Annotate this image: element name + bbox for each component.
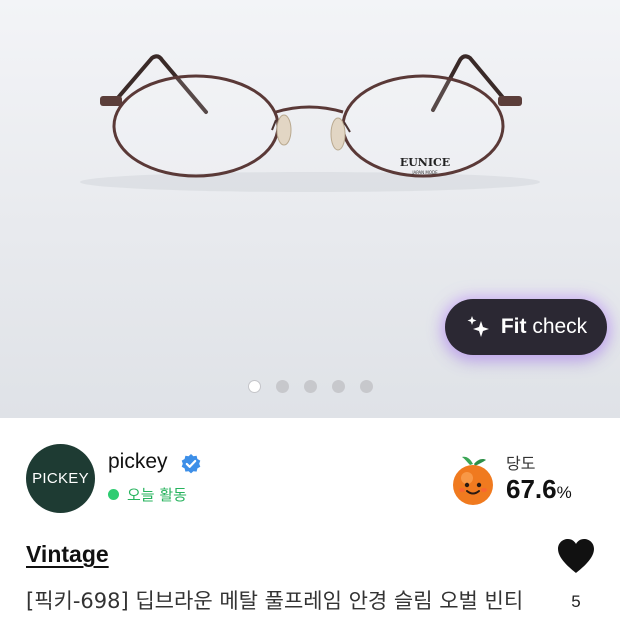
activity-status: 오늘 활동 bbox=[108, 484, 187, 505]
like-count: 5 bbox=[571, 592, 581, 611]
verified-badge-icon bbox=[181, 454, 201, 474]
heart-icon bbox=[558, 539, 594, 573]
frame-sub-text: JAPAN MODE bbox=[411, 170, 438, 175]
product-title: [픽키-698] 딥브라운 메탈 풀프레임 안경 슬림 오벌 빈티지 bbox=[26, 589, 524, 613]
carousel-dot-1[interactable] bbox=[247, 380, 261, 393]
avatar-text: PICKEY bbox=[32, 470, 89, 487]
sweetness-number: 67.6 bbox=[506, 474, 557, 504]
carousel-dot-2[interactable] bbox=[275, 380, 289, 393]
sweetness-label: 당도 bbox=[506, 454, 536, 473]
fit-check-bold: Fit bbox=[500, 315, 527, 338]
carousel-dot-5[interactable] bbox=[359, 380, 373, 393]
activity-text: 오늘 활동 bbox=[127, 486, 187, 504]
peach-icon bbox=[453, 456, 493, 505]
category-link[interactable]: Vintage bbox=[26, 541, 109, 568]
sweetness-value: 67.6% bbox=[506, 474, 572, 505]
sweetness-score: 당도 67.6% bbox=[448, 446, 598, 512]
carousel-indicator bbox=[0, 380, 620, 393]
sparkle-icon bbox=[467, 316, 489, 337]
frame-brand-text: EUNICE bbox=[400, 156, 450, 169]
glasses-photo: EUNICE JAPAN MODE bbox=[80, 54, 540, 192]
seller-avatar[interactable]: PICKEY bbox=[26, 444, 95, 513]
carousel-dot-3[interactable] bbox=[303, 380, 317, 393]
online-dot bbox=[108, 489, 119, 500]
fit-check-label: Fit check bbox=[501, 315, 587, 339]
fit-check-regular: check bbox=[532, 315, 588, 338]
seller-info[interactable]: PICKEY pickey 오늘 활동 당도 67.6% bbox=[26, 444, 598, 514]
fit-check-button[interactable]: Fit check bbox=[445, 299, 607, 355]
carousel-dot-4[interactable] bbox=[331, 380, 345, 393]
product-image-carousel[interactable]: EUNICE JAPAN MODE Fit check bbox=[0, 0, 620, 418]
sweetness-unit: % bbox=[556, 483, 572, 502]
like-button[interactable] bbox=[556, 538, 596, 578]
seller-name[interactable]: pickey bbox=[108, 450, 168, 474]
